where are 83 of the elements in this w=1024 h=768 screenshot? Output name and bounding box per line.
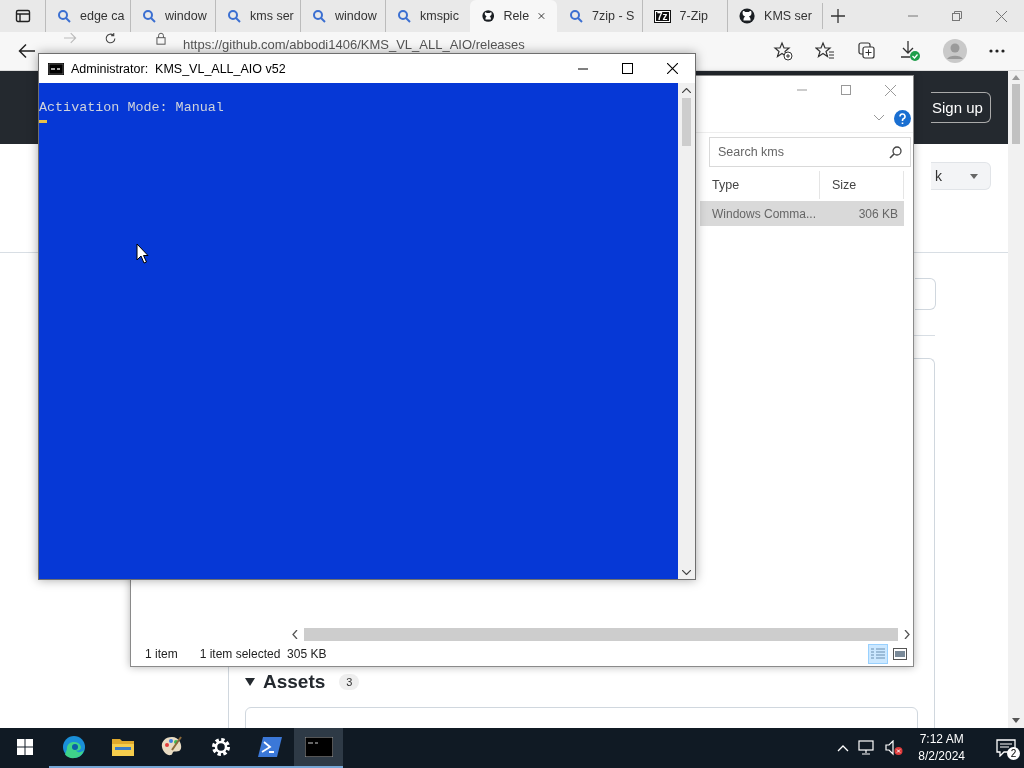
sign-up-button[interactable]: Sign up <box>931 92 991 123</box>
help-icon[interactable] <box>894 109 911 127</box>
tab-title: window <box>165 9 207 23</box>
chevron-down-icon[interactable] <box>874 115 884 121</box>
caret-icon <box>970 173 978 179</box>
logo-icon <box>482 7 495 25</box>
profile-icon[interactable] <box>943 39 967 63</box>
download-icon[interactable] <box>899 40 921 62</box>
search-icon <box>57 9 71 23</box>
scroll-right-icon[interactable] <box>904 630 910 639</box>
scrollbar[interactable] <box>1008 71 1024 728</box>
lock-icon <box>156 32 166 45</box>
tab-title: 7-Zip <box>679 9 709 23</box>
new-tab-icon[interactable] <box>831 9 845 23</box>
scroll-down-icon[interactable] <box>1012 718 1020 723</box>
text-cursor <box>39 120 47 123</box>
scroll-thumb[interactable] <box>1012 84 1020 144</box>
status-text: 1 item selected 305 KB <box>199 647 327 661</box>
clock-date[interactable]: 8/2/2024 <box>918 748 965 765</box>
muted-speaker-icon[interactable] <box>885 740 904 756</box>
caret-icon[interactable] <box>245 678 255 686</box>
favorites-icon[interactable] <box>815 41 835 61</box>
address-bar[interactable]: https://github.com/abbodi1406/KMS_VL_ALL_AIO/releases <box>183 38 525 52</box>
window-title: Administrator: KMS_VL_ALL_AIO v52 <box>71 61 286 76</box>
section-heading: Assets <box>263 671 326 693</box>
tab-title: KMS ser <box>764 9 812 23</box>
terminal-icon <box>257 736 282 758</box>
search-icon <box>227 9 241 23</box>
view-toggle[interactable] <box>868 644 888 664</box>
scroll-down-icon[interactable] <box>682 570 691 575</box>
folder-icon <box>110 737 135 757</box>
search-field[interactable]: Search kms <box>709 137 911 167</box>
console-icon <box>48 62 64 75</box>
search-icon <box>142 9 156 23</box>
search-icon <box>397 9 411 23</box>
column-header[interactable]: Type <box>700 171 820 199</box>
collections-icon[interactable] <box>857 41 877 61</box>
table-cell: Windows Comma... <box>700 201 820 226</box>
browser-tab[interactable]: 7zip - S <box>557 0 642 32</box>
more-icon[interactable] <box>989 49 1005 53</box>
tab-title: edge ca <box>80 9 125 23</box>
tab-title: kms ser <box>250 9 294 23</box>
refresh-icon[interactable] <box>104 32 117 45</box>
status-text: 1 item <box>145 647 178 661</box>
scroll-thumb[interactable] <box>682 98 691 146</box>
browser-icon <box>61 735 86 759</box>
search-icon <box>312 9 326 23</box>
tab-title: kmspic <box>420 9 459 23</box>
branch-button[interactable]: k <box>931 162 991 190</box>
scroll-left-icon[interactable] <box>292 630 298 639</box>
back-icon[interactable] <box>18 43 36 59</box>
app-logo: 7z <box>654 9 671 23</box>
console-line: Activation Mode: Manual <box>39 99 224 117</box>
restore-icon[interactable] <box>952 10 962 21</box>
tab-actions-icon[interactable] <box>14 8 31 24</box>
scroll-up-icon[interactable] <box>682 88 691 93</box>
count-badge: 3 <box>339 674 360 690</box>
scroll-thumb[interactable] <box>304 628 898 641</box>
settings-icon <box>209 736 232 758</box>
search-icon <box>569 9 583 23</box>
table-cell: 306 KB <box>820 201 904 226</box>
clock-time[interactable]: 7:12 AM <box>919 731 964 748</box>
details-view-icon <box>871 648 885 660</box>
notification-icon <box>996 739 1016 757</box>
notification-button[interactable]: 2 <box>988 728 1024 768</box>
column-header[interactable]: Size <box>820 171 904 199</box>
tab-title: Rele <box>503 9 530 23</box>
maximize-icon[interactable] <box>622 63 633 74</box>
preview-view-icon <box>893 648 907 660</box>
chevron-up-icon[interactable] <box>837 744 850 752</box>
scrollbar[interactable] <box>678 83 695 579</box>
logo-icon <box>739 7 756 25</box>
taskbar-button[interactable] <box>294 728 343 768</box>
tab-title: 7zip - S <box>592 9 635 23</box>
terminal-icon <box>304 737 333 757</box>
network-icon[interactable] <box>858 740 877 756</box>
add-favorite-icon[interactable] <box>773 41 793 61</box>
windows-logo-icon <box>16 739 33 755</box>
mouse-pointer-icon <box>136 243 149 264</box>
input-field[interactable] <box>915 278 936 310</box>
tab-title: window <box>335 9 377 23</box>
browser-tab[interactable]: Rele <box>470 0 557 32</box>
close-icon[interactable] <box>667 63 678 74</box>
